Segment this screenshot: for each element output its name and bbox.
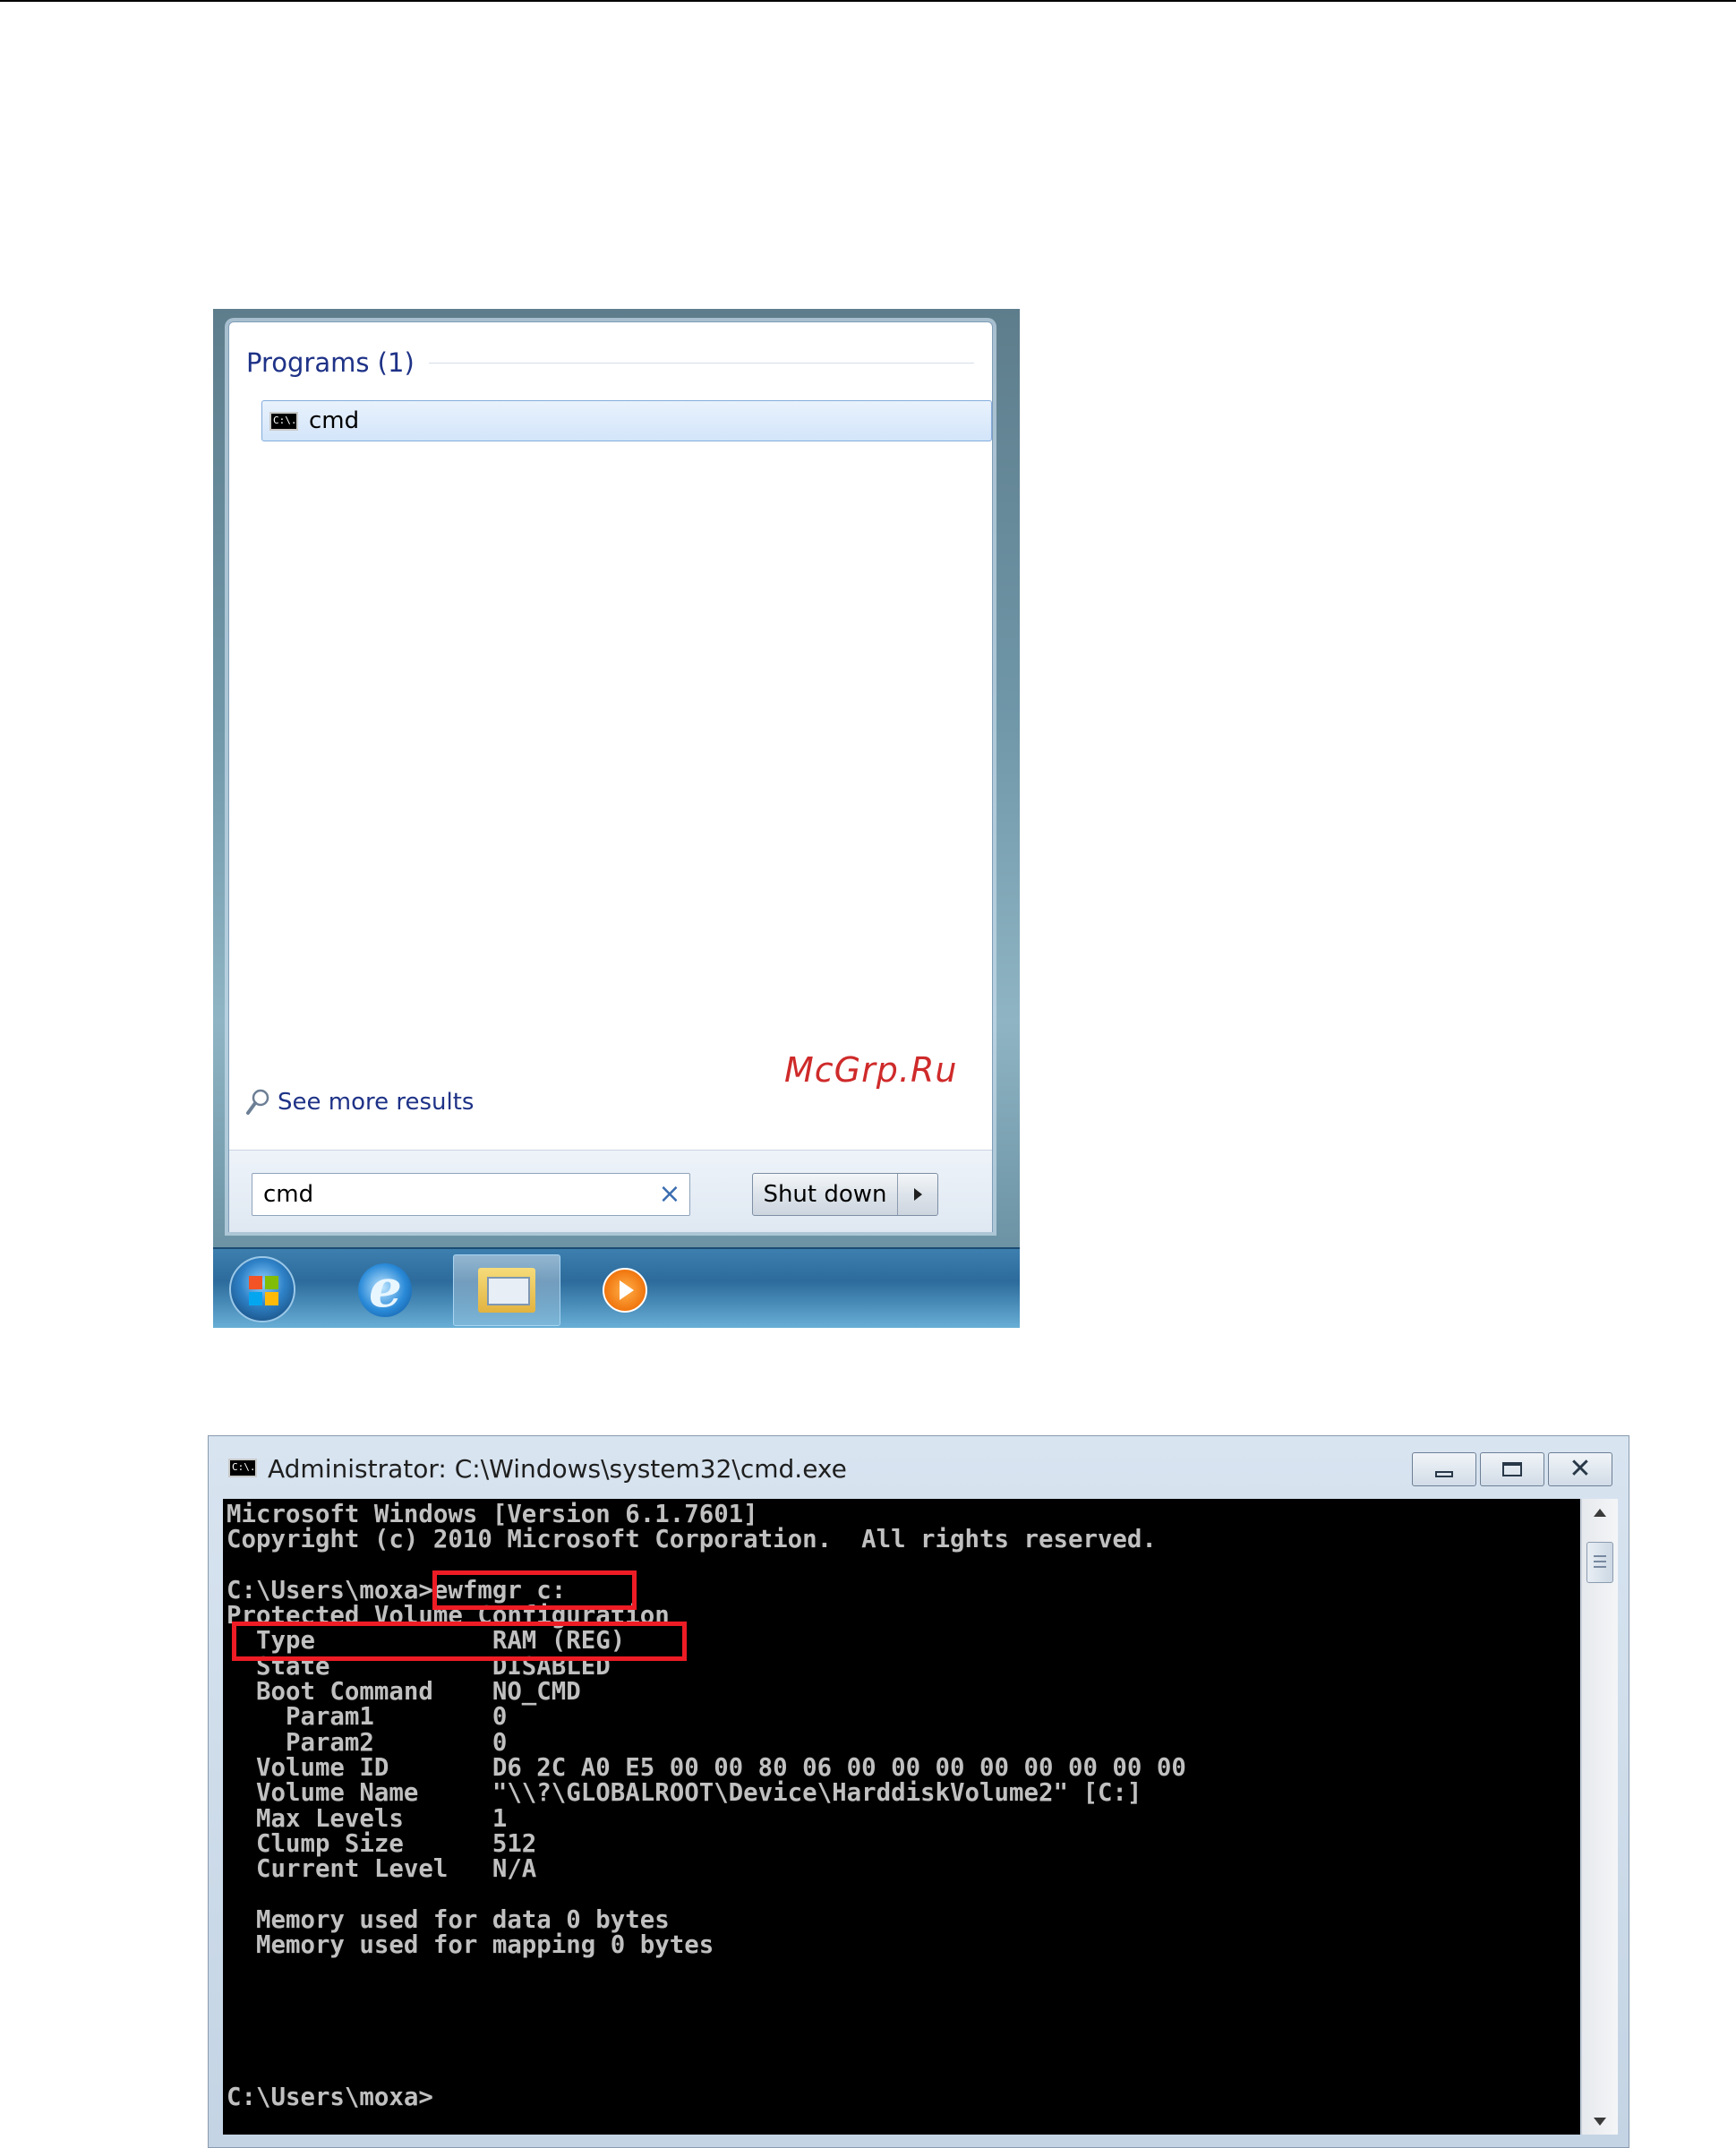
shutdown-options-button[interactable] (897, 1174, 937, 1215)
shutdown-button[interactable]: Shut down (752, 1173, 938, 1216)
console-scrollbar[interactable] (1581, 1499, 1618, 2135)
search-result-label: cmd (309, 407, 360, 434)
programs-header-label: Programs (1) (246, 347, 415, 378)
search-input-value: cmd (263, 1181, 314, 1208)
programs-header: Programs (1) (246, 347, 974, 378)
see-more-results-label: See more results (278, 1089, 475, 1116)
cmd-titlebar[interactable]: C:\. Administrator: C:\Windows\system32\… (209, 1436, 1629, 1499)
window-title: Administrator: C:\Windows\system32\cmd.e… (268, 1454, 847, 1484)
console-output[interactable]: Microsoft Windows [Version 6.1.7601] Cop… (223, 1499, 1580, 2135)
taskbar-media-player[interactable] (571, 1254, 679, 1326)
close-icon: ✕ (1569, 1453, 1592, 1485)
scroll-thumb[interactable] (1586, 1542, 1613, 1583)
shutdown-label: Shut down (763, 1181, 887, 1208)
maximize-button[interactable] (1480, 1452, 1544, 1486)
programs-header-divider (428, 362, 974, 364)
windows-orb-icon[interactable] (229, 1256, 295, 1322)
chevron-up-icon (1594, 1508, 1606, 1517)
search-result-cmd[interactable]: C:\. cmd (261, 400, 992, 441)
start-menu-bottom-bar: cmd × Shut down (229, 1150, 992, 1232)
highlight-box-command (432, 1570, 637, 1610)
clear-icon[interactable]: × (650, 1173, 689, 1216)
taskbar-internet-explorer[interactable] (331, 1254, 439, 1326)
taskbar-file-explorer[interactable] (453, 1254, 560, 1326)
start-menu-screenshot: Programs (1) C:\. cmd See more results c… (213, 309, 1020, 1328)
highlight-box-state (232, 1622, 687, 1661)
window-controls: ✕ (1412, 1452, 1612, 1486)
watermark: McGrp.Ru (784, 1050, 958, 1090)
maximize-icon (1502, 1462, 1522, 1476)
chevron-right-icon (913, 1188, 922, 1201)
page-top-rule (0, 0, 1736, 2)
close-button[interactable]: ✕ (1548, 1452, 1612, 1486)
console-text: Microsoft Windows [Version 6.1.7601] Cop… (227, 1501, 1186, 2111)
minimize-icon (1435, 1470, 1453, 1477)
file-explorer-icon (478, 1268, 535, 1313)
cmd-icon: C:\. (228, 1459, 257, 1477)
cmd-window: C:\. Administrator: C:\Windows\system32\… (208, 1435, 1629, 2148)
scroll-down-button[interactable] (1582, 2108, 1618, 2135)
chevron-down-icon (1594, 2117, 1606, 2126)
cmd-icon: C:\. (269, 411, 298, 431)
start-menu-panel: Programs (1) C:\. cmd See more results c… (228, 321, 993, 1232)
minimize-button[interactable] (1412, 1452, 1476, 1486)
media-player-icon (603, 1268, 647, 1313)
search-icon (246, 1089, 269, 1115)
internet-explorer-icon (358, 1258, 412, 1319)
taskbar (213, 1247, 1020, 1328)
see-more-results-link[interactable]: See more results (245, 1088, 474, 1117)
scroll-up-button[interactable] (1582, 1499, 1618, 1526)
search-input[interactable]: cmd × (252, 1173, 690, 1216)
